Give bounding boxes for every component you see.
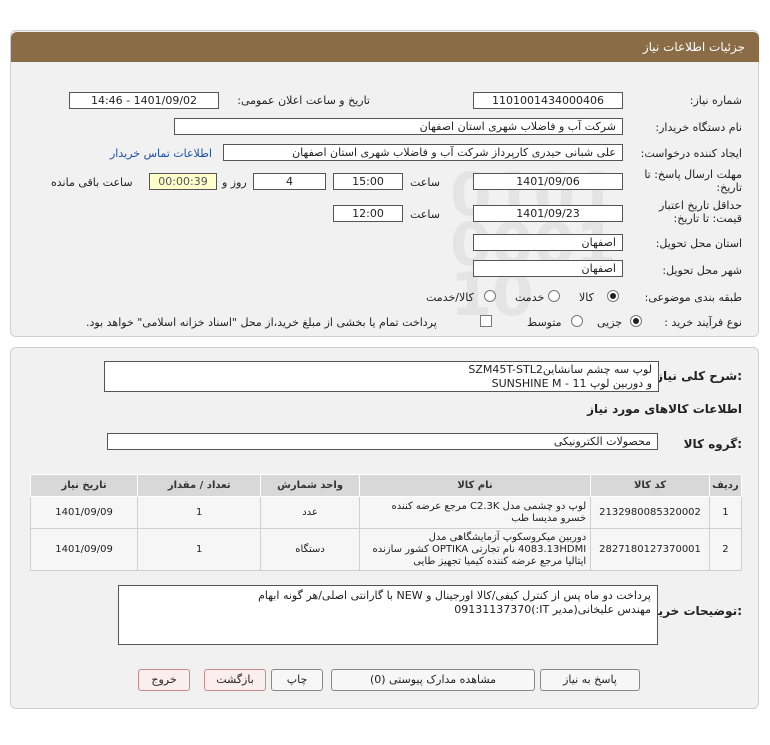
announce-field: 1401/09/02 - 14:46	[69, 92, 219, 109]
city-label: شهر محل تحویل:	[662, 264, 742, 277]
validity-label-date: قیمت: تا تاریخ:	[673, 212, 742, 225]
row-number: 2	[708, 528, 743, 571]
remaining-time-field: 00:00:39	[149, 173, 217, 190]
remaining-label: ساعت باقی مانده	[51, 176, 133, 189]
city-field: اصفهان	[473, 260, 623, 277]
category-radio-service[interactable]	[548, 290, 560, 302]
row-code: 2132980085320002	[590, 496, 710, 529]
process-option-medium: متوسط	[527, 316, 562, 329]
goods-info-title: اطلاعات کالاهای مورد نیاز	[587, 402, 742, 416]
group-label: گروه کالا:	[683, 437, 742, 451]
treasury-note: پرداخت تمام یا بخشی از مبلغ خرید،از محل …	[86, 316, 437, 329]
row-qty: 1	[137, 496, 262, 529]
process-radio-medium[interactable]	[571, 315, 583, 327]
row-date: 1401/09/09	[29, 528, 139, 571]
buyer-notes-line-1: پرداخت دو ماه پس از کنترل کیفی/کالا اورج…	[258, 589, 651, 602]
buyer-notes-field: پرداخت دو ماه پس از کنترل کیفی/کالا اورج…	[118, 585, 658, 645]
deadline-time-field: 15:00	[333, 173, 403, 190]
validity-label: حداقل تاریخ اعتبار	[658, 199, 742, 212]
category-label: طبقه بندی موضوعی:	[644, 291, 742, 304]
validity-date-field: 1401/09/23	[473, 205, 623, 222]
row-date: 1401/09/09	[29, 496, 139, 529]
back-button[interactable]: بازگشت	[204, 669, 266, 691]
process-label: نوع فرآیند خرید :	[664, 316, 742, 329]
treasury-checkbox[interactable]	[480, 315, 492, 327]
need-number-field: 1101001434000406	[473, 92, 623, 109]
exit-button[interactable]: خروج	[138, 669, 190, 691]
deadline-label: مهلت ارسال پاسخ: تا	[644, 168, 742, 181]
category-option-goods-service: کالا/خدمت	[426, 291, 474, 304]
row-qty: 1	[137, 528, 262, 571]
announce-label: تاریخ و ساعت اعلان عمومی:	[237, 94, 370, 107]
summary-label: شرح کلی نیاز:	[656, 369, 742, 383]
print-button[interactable]: چاپ	[271, 669, 323, 691]
row-unit: عدد	[260, 496, 360, 529]
province-label: استان محل تحویل:	[655, 237, 742, 250]
buyer-org-field: شرکت آب و فاضلاب شهری استان اصفهان	[174, 118, 623, 135]
row-code: 2827180127370001	[590, 528, 710, 571]
row-name: لوپ دو چشمی مدل C2.3K مرجع عرضه کننده خس…	[358, 496, 592, 529]
attachments-button[interactable]: مشاهده مدارک پیوستی (0)	[331, 669, 535, 691]
row-number: 1	[708, 496, 743, 529]
col-row: ردیف	[708, 474, 743, 497]
buyer-notes-line-2: مهندس علیخانی(مدیر IT:)09131137370	[454, 603, 651, 616]
category-option-goods: کالا	[579, 291, 594, 304]
col-code: کد کالا	[590, 474, 710, 497]
col-date: تاریخ نیاز	[29, 474, 139, 497]
process-radio-minor[interactable]	[630, 315, 642, 327]
validity-time-label: ساعت	[410, 208, 440, 221]
days-label: روز و	[222, 176, 247, 189]
deadline-label-date: تاریخ:	[716, 181, 742, 194]
col-unit: واحد شمارش	[260, 474, 360, 497]
items-table: تاریخ نیاز تعداد / مقدار واحد شمارش نام …	[29, 474, 743, 571]
deadline-time-label: ساعت	[410, 176, 440, 189]
buyer-contact-link[interactable]: اطلاعات تماس خریدار	[110, 147, 212, 160]
category-radio-goods-service[interactable]	[484, 290, 496, 302]
deadline-date-field: 1401/09/06	[473, 173, 623, 190]
table-row: 1401/09/09 1 عدد لوپ دو چشمی مدل C2.3K م…	[29, 496, 743, 529]
table-row: 1401/09/09 1 دستگاه دوربین میکروسکوپ آزم…	[29, 528, 743, 571]
col-qty: تعداد / مقدار	[137, 474, 262, 497]
reply-button[interactable]: پاسخ به نیاز	[540, 669, 640, 691]
creator-label: ایجاد کننده درخواست:	[640, 147, 742, 160]
table-header-row: تاریخ نیاز تعداد / مقدار واحد شمارش نام …	[29, 474, 743, 497]
row-unit: دستگاه	[260, 528, 360, 571]
days-field: 4	[253, 173, 326, 190]
row-name: دوربین میکروسکوپ آزمایشگاهی مدل 4083.13H…	[358, 528, 592, 571]
summary-line-1: لوپ سه چشم سانشاینSZM45T-STL2	[468, 363, 652, 376]
summary-line-2: و دوربین لوپ 11 - SUNSHINE M	[491, 377, 652, 390]
col-name: نام کالا	[358, 474, 592, 497]
window-title: جزئیات اطلاعات نیاز	[11, 32, 759, 62]
creator-field: علی شبانی حیدری کارپرداز شرکت آب و فاضلا…	[223, 144, 623, 161]
category-option-service: خدمت	[515, 291, 545, 304]
process-option-minor: جزیی	[597, 316, 623, 329]
province-field: اصفهان	[473, 234, 623, 251]
buyer-org-label: نام دستگاه خریدار:	[655, 121, 742, 134]
validity-time-field: 12:00	[333, 205, 403, 222]
need-number-label: شماره نیاز:	[689, 94, 742, 107]
group-field: محصولات الکترونیکی	[107, 433, 658, 450]
category-radio-goods[interactable]	[607, 290, 619, 302]
summary-field: لوپ سه چشم سانشاینSZM45T-STL2 و دوربین ل…	[104, 361, 659, 392]
